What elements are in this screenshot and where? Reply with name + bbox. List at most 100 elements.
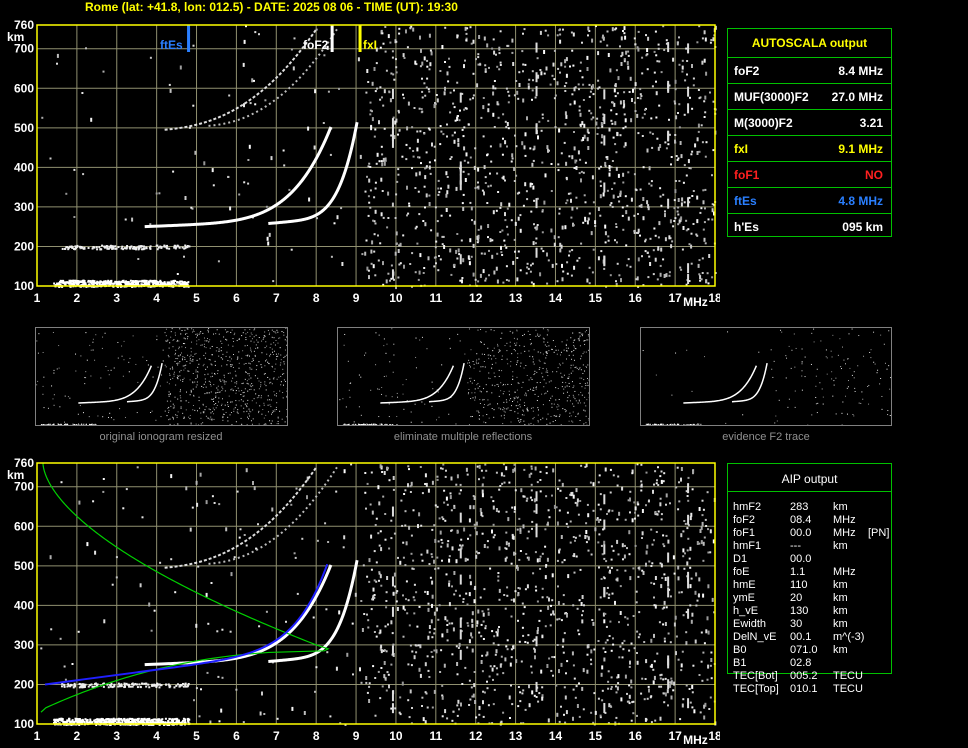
autoscala-row-fxi: fxI 9.1 MHz	[728, 135, 891, 161]
aip-cell: hmF2	[733, 501, 762, 513]
aip-cell: km	[833, 618, 848, 630]
aip-cell: MHz	[833, 566, 856, 578]
aip-cell: km	[833, 592, 848, 604]
aip-cell: foE	[733, 566, 750, 578]
autoscala-key: ftEs	[734, 194, 757, 208]
autoscala-key: M(3000)F2	[734, 116, 793, 130]
aip-cell: hmE	[733, 579, 756, 591]
aip-cell: 00.0	[790, 553, 812, 565]
x-tick-label: 14	[549, 729, 563, 743]
aip-output-panel: AIP output hmF2 283 km foF2 08.4 MHz foF1 00.0 M…	[727, 463, 892, 695]
autoscala-key: foF1	[734, 168, 760, 182]
autoscala-key: fxI	[734, 142, 749, 156]
aip-cell: 30	[790, 618, 803, 630]
autoscala-key: h'Es	[734, 220, 759, 234]
autoscala-output-panel: AUTOSCALA output foF2 8.4 MHz MUF(3000)F2 2…	[727, 28, 892, 237]
y-tick-label: 500	[14, 559, 34, 573]
x-tick-label: 12	[469, 729, 483, 743]
x-tick-label: 3	[113, 729, 120, 743]
aip-cell: km	[833, 540, 848, 552]
x-tick-label: 9	[353, 729, 360, 743]
aip-cell: 02.8	[790, 657, 812, 669]
y-unit-label: km	[7, 468, 24, 482]
aip-cell: h_vE	[733, 605, 759, 617]
aip-cell: foF1	[733, 527, 756, 539]
aip-ionogram-canvas: 7607006005004003002001001 2 3 4 5 6 7 8 9 10 11 12 1…	[7, 456, 720, 747]
aip-cell: 08.4	[790, 514, 812, 526]
aip-cell: km	[833, 605, 848, 617]
aip-cell: foF2	[733, 514, 756, 526]
aip-cell: km	[833, 501, 848, 513]
autoscala-key: foF2	[734, 64, 760, 78]
aip-cell: ymE	[733, 592, 755, 604]
es-trace	[53, 682, 191, 726]
aip-cell: km	[833, 644, 848, 656]
x-tick-label: 7	[273, 729, 280, 743]
autoscala-value: 27.0 MHz	[831, 90, 883, 104]
y-tick-label: 200	[14, 677, 34, 691]
autoscala-value: 8.4 MHz	[838, 64, 883, 78]
aip-cell: TECU	[833, 683, 863, 695]
aip-cell: ---	[790, 540, 801, 552]
autoscala-row-h-es: h'Es 095 km	[728, 213, 891, 239]
autoscala-row-muf-3000-f2: MUF(3000)F2 27.0 MHz	[728, 83, 891, 109]
aip-cell: m^(-3)	[833, 631, 865, 643]
aip-cell: B1	[733, 657, 747, 669]
autoscala-title: AUTOSCALA output	[751, 36, 868, 50]
aip-cell: 005.2	[790, 670, 818, 682]
autoscala-value: 9.1 MHz	[838, 142, 883, 156]
aip-cell: DelN_vE	[733, 631, 777, 643]
aip-cell: TEC[Bot]	[733, 670, 778, 682]
aip-cell: 1.1	[790, 566, 806, 578]
aip-cell: TECU	[833, 670, 863, 682]
autoscala-row-fof1: foF1 NO	[728, 161, 891, 187]
aip-cell: hmF1	[733, 540, 762, 552]
x-tick-label: 15	[589, 729, 603, 743]
aip-cell: 00.1	[790, 631, 812, 643]
y-tick-label: 600	[14, 519, 34, 533]
aip-ionogram: 760 700 600 500 400 300 200 100 1 2 3 4 5 6 7 8 9 10 11 12 1…	[0, 0, 720, 748]
y-tick-label: 100	[14, 717, 34, 731]
x-tick-label: 18	[708, 729, 720, 743]
aip-cell: 071.0	[790, 644, 818, 656]
aip-profile	[40, 462, 330, 713]
x-tick-label: 13	[509, 729, 523, 743]
x-tick-label: 10	[389, 729, 403, 743]
x-tick-label: 6	[233, 729, 240, 743]
x-tick-label: 4	[153, 729, 160, 743]
autoscala-value: 4.8 MHz	[838, 194, 883, 208]
aip-cell: MHz	[833, 514, 856, 526]
x-tick-label: 17	[668, 729, 682, 743]
x-tick-label: 2	[74, 729, 81, 743]
autoscala-row-ftes: ftEs 4.8 MHz	[728, 187, 891, 213]
aip-cell: 283	[790, 501, 809, 513]
aip-cell: TEC[Top]	[733, 683, 779, 695]
autoscala-key: MUF(3000)F2	[734, 90, 809, 104]
autoscala-row-m-3000-f2: M(3000)F2 3.21	[728, 109, 891, 135]
aip-cell: 110	[790, 579, 808, 591]
aip-cell: 010.1	[790, 683, 818, 695]
x-tick-label: 1	[34, 729, 41, 743]
autoscala-value: NO	[865, 168, 883, 182]
x-tick-label: 11	[429, 729, 442, 743]
aip-title: AIP output	[781, 472, 838, 486]
y-tick-label: 300	[14, 638, 34, 652]
autoscala-value: 095 km	[842, 220, 883, 234]
y-tick-label: 400	[14, 598, 34, 612]
x-tick-label: 8	[313, 729, 320, 743]
x-tick-label: 5	[193, 729, 200, 743]
aip-cell: B0	[733, 644, 747, 656]
aip-cell: 00.0	[790, 527, 812, 539]
autoscala-value: 3.21	[859, 116, 883, 130]
aip-cell: km	[833, 579, 848, 591]
aip-cell: MHz	[833, 527, 856, 539]
x-tick-label: 16	[629, 729, 643, 743]
aip-cell: 130	[790, 605, 809, 617]
aip-cell: D1	[733, 553, 748, 565]
aip-cell: 20	[790, 592, 803, 604]
aip-cell: Ewidth	[733, 618, 767, 630]
autoscala-row-fof2: foF2 8.4 MHz	[728, 57, 891, 83]
x-unit-label: MHz	[683, 733, 708, 747]
axis-labels: 7607006005004003002001001 2 3 4 5 6 7 8 9 10 11 12 1…	[7, 456, 720, 747]
aip-cell: [PN]	[868, 527, 890, 539]
